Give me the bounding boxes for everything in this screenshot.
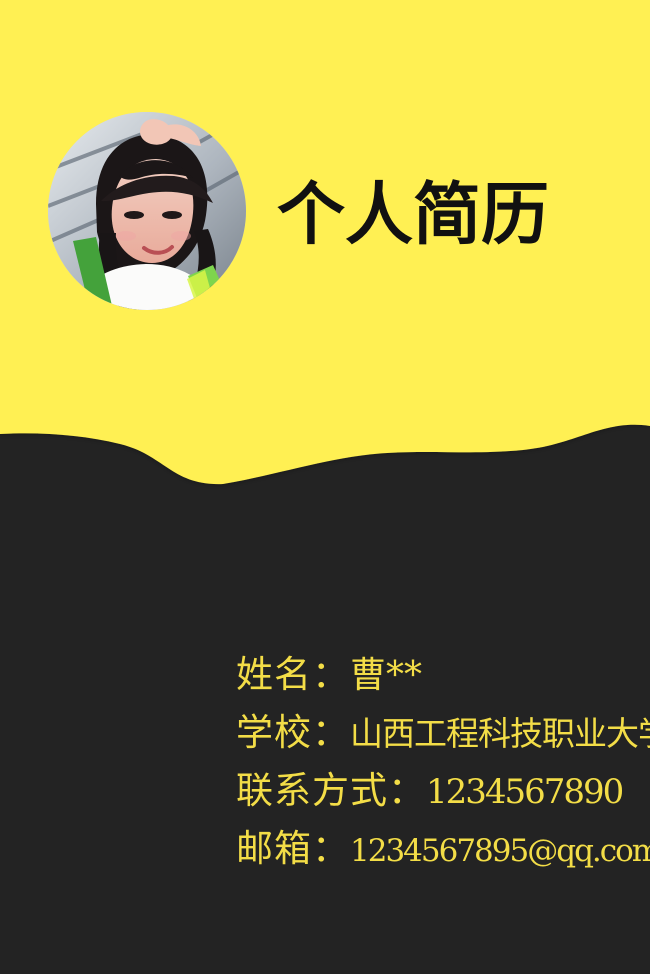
personal-info-list: 姓名： 曹** 学校： 山西工程科技职业大学 联系方式： 1234567890 …	[236, 646, 650, 878]
contact-label: 联系方式：	[236, 769, 426, 812]
email-label: 邮箱：	[236, 827, 350, 870]
name-label: 姓名：	[236, 653, 350, 696]
school-info-row: 学校： 山西工程科技职业大学	[236, 704, 650, 762]
school-label: 学校：	[236, 711, 350, 754]
profile-avatar	[48, 112, 246, 310]
contact-value: 1234567890	[426, 772, 624, 812]
page-title: 个人简历	[277, 176, 550, 255]
email-value: 1234567895@qq.com	[350, 833, 650, 869]
name-value: 曹**	[350, 655, 423, 696]
contact-info-row: 联系方式： 1234567890	[236, 762, 641, 820]
portrait-photo-icon	[48, 112, 246, 310]
email-info-row: 邮箱： 1234567895@qq.com	[236, 820, 650, 878]
name-info-row: 姓名： 曹**	[236, 646, 641, 704]
school-value: 山西工程科技职业大学	[350, 714, 650, 753]
